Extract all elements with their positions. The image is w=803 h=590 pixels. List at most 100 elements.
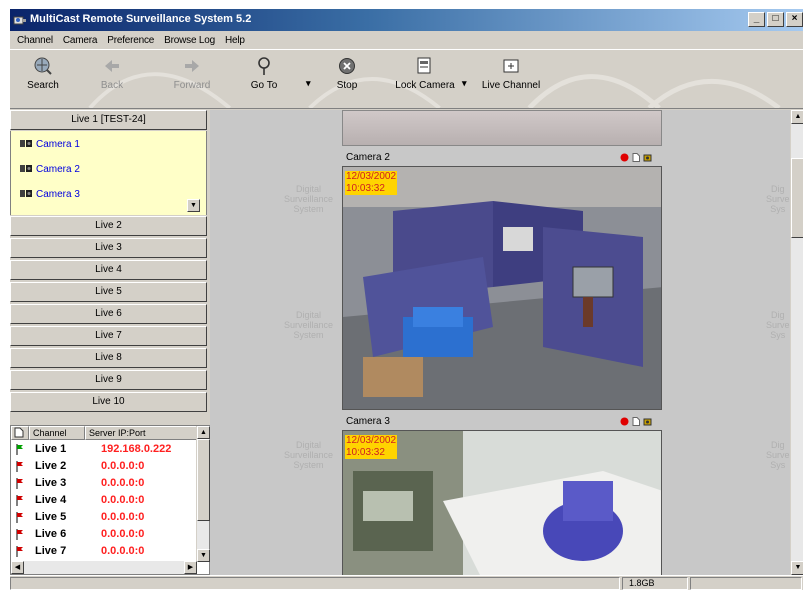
table-row[interactable]: Live 4 0.0.0.0:0	[11, 493, 197, 507]
camera-2-item[interactable]: Camera 2	[19, 162, 80, 176]
camera-1-video-frame[interactable]	[342, 110, 662, 146]
camera-list-scroll-down-button[interactable]: ▼	[187, 199, 200, 212]
live-channel-label: Live Channel	[481, 80, 541, 91]
table-row[interactable]: Live 2 0.0.0.0:0	[11, 459, 197, 473]
status-flag-icon	[11, 511, 29, 523]
app-window: MultiCast Remote Surveillance System 5.2…	[9, 9, 803, 590]
row-server-ip: 0.0.0.0:0	[101, 545, 145, 557]
watermark-right: Dig Surve Sys	[766, 310, 790, 340]
camera-2-label: Camera 2	[36, 163, 80, 175]
forward-arrow-icon	[185, 60, 199, 72]
camera-3-item[interactable]: Camera 3	[19, 187, 80, 201]
channel-table-vertical-scrollbar[interactable]: ▲ ▼	[196, 426, 210, 562]
search-globe-icon	[34, 57, 52, 75]
row-server-ip: 0.0.0.0:0	[101, 511, 145, 523]
camera-2-timestamp: 12/03/2002 10:03:32	[345, 171, 398, 195]
lock-camera-label: Lock Camera	[395, 80, 455, 91]
search-button[interactable]: Search	[22, 56, 64, 104]
live-group-1-header[interactable]: Live 1 [TEST-24]	[10, 110, 207, 130]
row-channel-name: Live 6	[35, 528, 67, 540]
camera-3-icon	[20, 190, 32, 197]
live-group-2[interactable]: Live 2	[10, 216, 207, 236]
camera-1-icon	[20, 140, 32, 147]
live-group-6[interactable]: Live 6	[10, 304, 207, 324]
record-dot-icon[interactable]	[620, 417, 629, 426]
menu-browse-log[interactable]: Browse Log	[159, 35, 220, 46]
disk-space-panel: 1.8GB	[622, 577, 688, 590]
watermark-right: Dig Surve Sys	[766, 440, 790, 470]
table-row[interactable]: Live 6 0.0.0.0:0	[11, 527, 197, 541]
row-server-ip: 0.0.0.0:0	[101, 477, 145, 489]
live-group-7[interactable]: Live 7	[10, 326, 207, 346]
live-group-4[interactable]: Live 4	[10, 260, 207, 280]
table-row[interactable]: Live 5 0.0.0.0:0	[11, 510, 197, 524]
watermark-right: Dig Surve Sys	[766, 184, 790, 214]
page-icon[interactable]	[632, 417, 640, 426]
menu-channel[interactable]: Channel	[12, 35, 58, 46]
scroll-down-arrow[interactable]: ▼	[197, 549, 210, 562]
app-camera-icon	[13, 16, 26, 25]
scroll-right-arrow[interactable]: ▶	[184, 561, 197, 574]
lock-camera-button[interactable]: Lock Camera	[394, 56, 456, 104]
live-group-8[interactable]: Live 8	[10, 348, 207, 368]
camera-2-video-frame[interactable]: 12/03/2002 10:03:32	[342, 166, 662, 410]
live-group-3[interactable]: Live 3	[10, 238, 207, 258]
restore-button[interactable]: □	[767, 12, 784, 27]
goto-button[interactable]: Go To	[246, 56, 282, 104]
camera-2-icon	[20, 165, 32, 172]
window-title: MultiCast Remote Surveillance System 5.2	[30, 13, 252, 25]
video-scroll-thumb[interactable]	[791, 158, 803, 238]
search-label: Search	[27, 80, 59, 91]
camera-3-video-label: Camera 3	[346, 416, 390, 427]
back-button[interactable]: Back	[94, 56, 130, 104]
goto-dropdown-arrow[interactable]: ▾	[306, 78, 311, 89]
menu-camera[interactable]: Camera	[58, 35, 102, 46]
forward-button[interactable]: Forward	[170, 56, 214, 104]
live-group-10[interactable]: Live 10	[10, 392, 207, 412]
record-dot-icon[interactable]	[620, 153, 629, 162]
menu-help[interactable]: Help	[220, 35, 250, 46]
stop-icon	[339, 58, 355, 74]
menu-preference[interactable]: Preference	[102, 35, 159, 46]
camera-1-item[interactable]: Camera 1	[19, 137, 80, 151]
camera-3-video-frame[interactable]: 12/03/2002 10:03:32	[342, 430, 662, 575]
live-group-9[interactable]: Live 9	[10, 370, 207, 390]
close-button[interactable]: ×	[786, 12, 803, 27]
watermark-left: Digital Surveillance System	[284, 184, 334, 214]
stop-button[interactable]: Stop	[332, 56, 362, 104]
status-flag-icon	[11, 494, 29, 506]
channel-table-header: Channel Server IP:Port	[11, 426, 197, 440]
status-flag-icon	[11, 528, 29, 540]
camera-3-status-icons	[620, 417, 652, 426]
video-scroll-up-arrow[interactable]: ▲	[791, 110, 803, 124]
status-flag-icon	[11, 477, 29, 489]
scroll-thumb[interactable]	[197, 439, 210, 521]
camera-3-label: Camera 3	[36, 188, 80, 200]
live-channel-button[interactable]: Live Channel	[476, 56, 546, 104]
video-wall-vertical-scrollbar[interactable]: ▲ ▼	[790, 110, 803, 575]
scroll-up-arrow[interactable]: ▲	[197, 426, 210, 439]
lock-camera-dropdown-arrow[interactable]: ▾	[462, 78, 467, 89]
snapshot-icon[interactable]	[643, 153, 652, 162]
table-row[interactable]: Live 7 0.0.0.0:0	[11, 544, 197, 558]
page-icon[interactable]	[632, 153, 640, 162]
row-channel-name: Live 1	[35, 443, 67, 455]
row-server-ip: 0.0.0.0:0	[101, 494, 145, 506]
status-flag-icon	[11, 443, 29, 455]
channel-table-horizontal-scrollbar[interactable]: ◀ ▶	[11, 561, 197, 574]
snapshot-icon[interactable]	[643, 417, 652, 426]
status-message-panel	[10, 577, 620, 590]
table-row[interactable]: Live 1 192.168.0.222	[11, 442, 197, 456]
live-group-5[interactable]: Live 5	[10, 282, 207, 302]
minimize-button[interactable]: _	[748, 12, 765, 27]
camera-list-panel: Camera 1 Camera 2 Camera 3 ▼	[10, 131, 207, 215]
table-row[interactable]: Live 3 0.0.0.0:0	[11, 476, 197, 490]
stop-label: Stop	[336, 80, 358, 91]
column-header-server-ip[interactable]: Server IP:Port	[85, 426, 197, 440]
video-scroll-down-arrow[interactable]: ▼	[791, 561, 803, 575]
channel-table: Channel Server IP:Port Live 1 192.168.0.…	[10, 425, 210, 575]
scroll-left-arrow[interactable]: ◀	[11, 561, 24, 574]
row-server-ip: 192.168.0.222	[101, 443, 172, 455]
column-header-channel[interactable]: Channel	[29, 426, 85, 440]
table-page-icon	[11, 426, 29, 440]
